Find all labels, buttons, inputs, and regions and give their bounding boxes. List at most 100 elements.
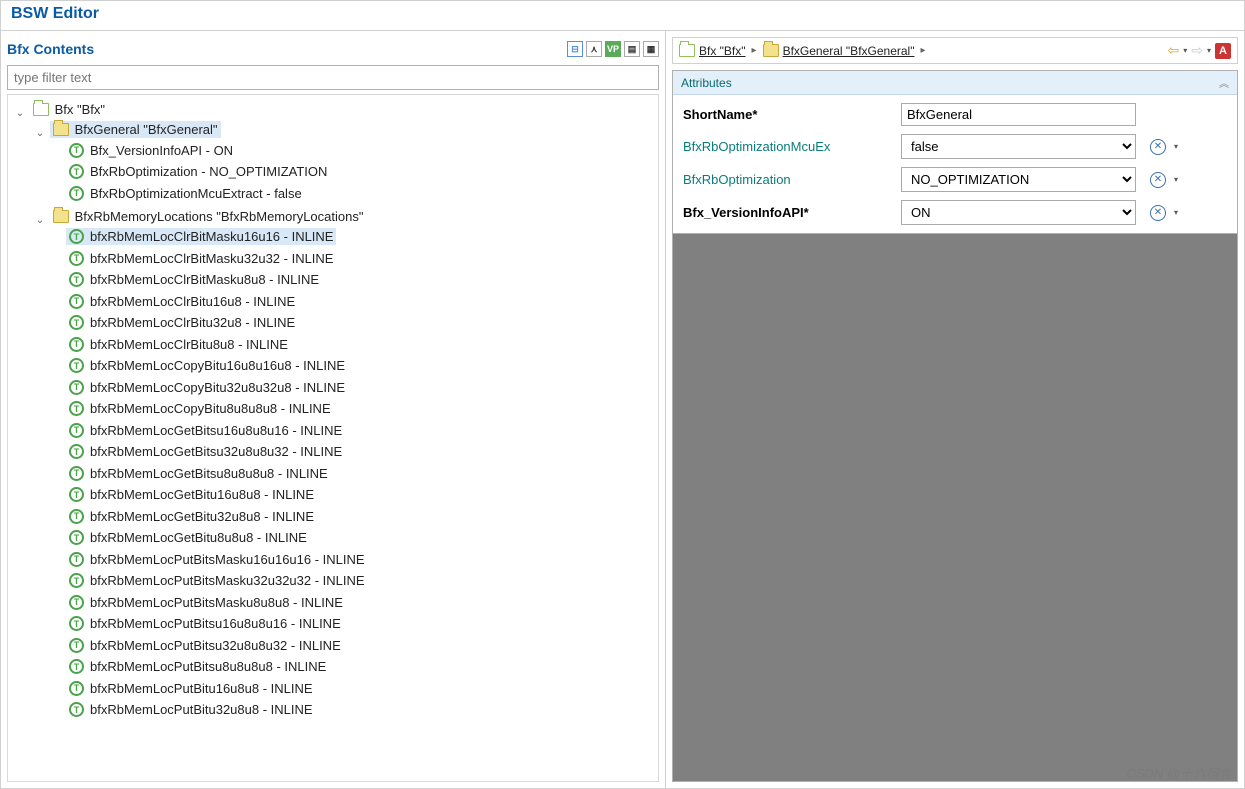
tree-leaf[interactable]: TbfxRbMemLocClrBitu8u8 - INLINE: [66, 336, 291, 353]
text-param-icon: T: [69, 272, 84, 287]
nav-forward-icon[interactable]: ⇨: [1191, 42, 1203, 59]
bsw-editor: BSW Editor Bfx Contents ⊟ ⋏ VP ▤ ▦: [0, 0, 1245, 789]
tree-label: bfxRbMemLocClrBitMasku32u32 - INLINE: [88, 251, 333, 266]
folder-icon: [53, 123, 69, 136]
main-split: Bfx Contents ⊟ ⋏ VP ▤ ▦ ⌄: [1, 31, 1244, 788]
tree-leaf[interactable]: TbfxRbMemLocCopyBitu32u8u32u8 - INLINE: [66, 379, 348, 396]
tree-leaf[interactable]: TbfxRbMemLocPutBitsMasku8u8u8 - INLINE: [66, 594, 346, 611]
tree-node-bfxgeneral[interactable]: BfxGeneral "BfxGeneral": [50, 121, 221, 138]
tree-node-root[interactable]: Bfx "Bfx": [30, 101, 108, 118]
expand-toggle[interactable]: ⌄: [14, 108, 26, 119]
tree-label: Bfx "Bfx": [53, 102, 105, 117]
text-param-icon: T: [69, 186, 84, 201]
tree-label: bfxRbMemLocGetBitu32u8u8 - INLINE: [88, 509, 314, 524]
text-param-icon: T: [69, 315, 84, 330]
nav-back-icon[interactable]: ⇦: [1168, 42, 1180, 59]
tree-leaf[interactable]: TbfxRbMemLocClrBitu32u8 - INLINE: [66, 314, 298, 331]
attribute-row: BfxRbOptimizationMcuExfalse✕▾: [683, 134, 1227, 159]
tree-leaf[interactable]: TbfxRbMemLocGetBitsu8u8u8u8 - INLINE: [66, 465, 331, 482]
tree-label: bfxRbMemLocPutBitu16u8u8 - INLINE: [88, 681, 313, 696]
text-param-icon: T: [69, 444, 84, 459]
tree-leaf[interactable]: TbfxRbMemLocCopyBitu8u8u8u8 - INLINE: [66, 400, 334, 417]
collapse-icon[interactable]: ⊟: [567, 41, 583, 57]
folder-icon: [33, 103, 49, 116]
text-param-icon: T: [69, 552, 84, 567]
tree-leaf[interactable]: TbfxRbMemLocGetBitu16u8u8 - INLINE: [66, 486, 317, 503]
tree-leaf[interactable]: TbfxRbMemLocPutBitu16u8u8 - INLINE: [66, 680, 316, 697]
tree-label: bfxRbMemLocCopyBitu8u8u8u8 - INLINE: [88, 401, 331, 416]
breadcrumb-label: Bfx "Bfx": [699, 44, 746, 58]
tree-leaf[interactable]: TbfxRbMemLocCopyBitu16u8u16u8 - INLINE: [66, 357, 348, 374]
breadcrumb-bar: Bfx "Bfx" ▸ BfxGeneral "BfxGeneral" ▸ ⇦ …: [672, 37, 1238, 64]
text-param-icon: T: [69, 337, 84, 352]
tree-leaf[interactable]: TbfxRbMemLocGetBitsu32u8u8u32 - INLINE: [66, 443, 345, 460]
tree-leaf[interactable]: TbfxRbMemLocPutBitsu16u8u8u16 - INLINE: [66, 615, 344, 632]
clear-value-icon[interactable]: ✕: [1150, 205, 1166, 221]
attribute-select[interactable]: false: [901, 134, 1136, 159]
dropdown-icon[interactable]: ▾: [1207, 46, 1211, 55]
tree-label: BfxRbOptimization - NO_OPTIMIZATION: [88, 164, 327, 179]
breadcrumb-item[interactable]: BfxGeneral "BfxGeneral": [763, 44, 915, 58]
tree-leaf[interactable]: TbfxRbMemLocClrBitMasku8u8 - INLINE: [66, 271, 322, 288]
folder-icon: [679, 44, 695, 57]
doc-icon[interactable]: ▤: [624, 41, 640, 57]
attribute-select[interactable]: NO_OPTIMIZATION: [901, 167, 1136, 192]
left-toolbar: ⊟ ⋏ VP ▤ ▦: [567, 41, 659, 57]
vp-icon[interactable]: VP: [605, 41, 621, 57]
text-param-icon: T: [69, 616, 84, 631]
tree-leaf[interactable]: TbfxRbMemLocClrBitu16u8 - INLINE: [66, 293, 298, 310]
folder-icon: [763, 44, 779, 57]
clear-value-icon[interactable]: ✕: [1150, 172, 1166, 188]
tree-leaf[interactable]: TBfxRbOptimization - NO_OPTIMIZATION: [66, 163, 330, 180]
chevron-right-icon: ▸: [752, 45, 757, 56]
expand-toggle[interactable]: ⌄: [34, 128, 46, 139]
text-param-icon: T: [69, 638, 84, 653]
attribute-row: Bfx_VersionInfoAPI*ON✕▾: [683, 200, 1227, 225]
tree-leaf[interactable]: TBfxRbOptimizationMcuExtract - false: [66, 185, 305, 202]
attributes-header[interactable]: Attributes ︽: [673, 71, 1237, 95]
breadcrumb-item[interactable]: Bfx "Bfx": [679, 44, 746, 58]
text-param-icon: T: [69, 229, 84, 244]
attribute-text-input[interactable]: [901, 103, 1136, 126]
tree-leaf[interactable]: TbfxRbMemLocGetBitu8u8u8 - INLINE: [66, 529, 310, 546]
left-section-header: Bfx Contents ⊟ ⋏ VP ▤ ▦: [7, 37, 659, 61]
alert-badge-icon[interactable]: A: [1215, 43, 1231, 59]
tree-node-memlocs[interactable]: BfxRbMemoryLocations "BfxRbMemoryLocatio…: [50, 208, 367, 225]
dropdown-icon[interactable]: ▾: [1174, 142, 1178, 151]
dropdown-icon[interactable]: ▾: [1174, 208, 1178, 217]
expand-toggle[interactable]: ⌄: [34, 215, 46, 226]
tree-leaf[interactable]: TbfxRbMemLocPutBitsu8u8u8u8 - INLINE: [66, 658, 329, 675]
tree-view[interactable]: ⌄ Bfx "Bfx" ⌄ BfxGeneral "B: [7, 94, 659, 782]
dropdown-icon[interactable]: ▾: [1183, 46, 1187, 55]
dropdown-icon[interactable]: ▾: [1174, 175, 1178, 184]
tree-label: bfxRbMemLocCopyBitu32u8u32u8 - INLINE: [88, 380, 345, 395]
collapse-chevron-icon[interactable]: ︽: [1219, 75, 1229, 90]
table-icon[interactable]: ▦: [643, 41, 659, 57]
tree-leaf[interactable]: TbfxRbMemLocGetBitsu16u8u8u16 - INLINE: [66, 422, 345, 439]
text-param-icon: T: [69, 530, 84, 545]
tree-label: bfxRbMemLocCopyBitu16u8u16u8 - INLINE: [88, 358, 345, 373]
editor-title: BSW Editor: [1, 1, 1244, 31]
attribute-select[interactable]: ON: [901, 200, 1136, 225]
attributes-title: Attributes: [681, 76, 732, 90]
attribute-label: BfxRbOptimization: [683, 172, 893, 187]
tree-label: bfxRbMemLocPutBitu32u8u8 - INLINE: [88, 702, 313, 717]
tree-leaf[interactable]: TBfx_VersionInfoAPI - ON: [66, 142, 236, 159]
attribute-row: BfxRbOptimization NO_OPTIMIZATION ✕ ▾: [683, 167, 1227, 192]
tree-leaf[interactable]: TbfxRbMemLocPutBitu32u8u8 - INLINE: [66, 701, 316, 718]
tree-leaf[interactable]: TbfxRbMemLocPutBitsu32u8u8u32 - INLINE: [66, 637, 344, 654]
tree-leaf[interactable]: TbfxRbMemLocClrBitMasku32u32 - INLINE: [66, 250, 336, 267]
text-param-icon: T: [69, 358, 84, 373]
tree-leaf[interactable]: TbfxRbMemLocGetBitu32u8u8 - INLINE: [66, 508, 317, 525]
tree-label: bfxRbMemLocClrBitu32u8 - INLINE: [88, 315, 295, 330]
link-icon[interactable]: ⋏: [586, 41, 602, 57]
filter-input[interactable]: [7, 65, 659, 90]
attribute-row: ShortName*: [683, 103, 1227, 126]
tree-label: bfxRbMemLocGetBitu16u8u8 - INLINE: [88, 487, 314, 502]
tree-leaf[interactable]: TbfxRbMemLocClrBitMasku16u16 - INLINE: [66, 228, 336, 245]
right-panel: Bfx "Bfx" ▸ BfxGeneral "BfxGeneral" ▸ ⇦ …: [666, 31, 1244, 788]
clear-value-icon[interactable]: ✕: [1150, 139, 1166, 155]
tree-leaf[interactable]: TbfxRbMemLocPutBitsMasku16u16u16 - INLIN…: [66, 551, 368, 568]
tree-leaf[interactable]: TbfxRbMemLocPutBitsMasku32u32u32 - INLIN…: [66, 572, 368, 589]
folder-icon: [53, 210, 69, 223]
